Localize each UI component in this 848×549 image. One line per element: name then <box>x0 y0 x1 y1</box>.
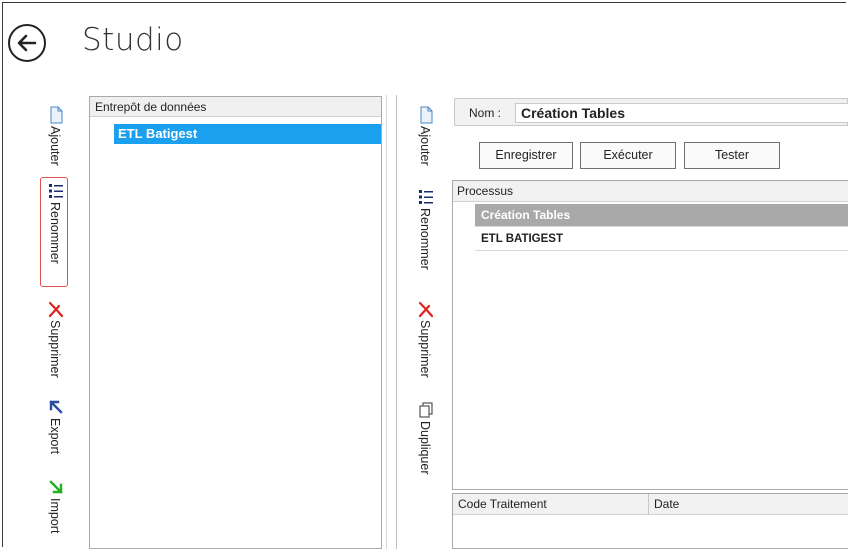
warehouse-panel-header: Entrepôt de données <box>90 97 381 117</box>
name-label: Nom : <box>469 106 502 120</box>
treatment-grid-header: Code Traitement Date <box>453 494 848 515</box>
back-button[interactable] <box>8 24 46 62</box>
process-row[interactable]: Création Tables <box>475 204 848 227</box>
left-export-button[interactable]: Export <box>45 398 67 470</box>
process-row[interactable]: ETL BATIGEST <box>475 228 848 251</box>
duplicate-icon <box>419 402 433 418</box>
red-x-icon <box>418 301 434 318</box>
right-duplicate-label: Dupliquer <box>418 421 432 475</box>
red-x-icon <box>48 301 64 318</box>
document-icon <box>420 106 433 124</box>
warehouse-panel: Entrepôt de données ETL Batigest <box>89 96 382 549</box>
rename-highlight <box>40 177 68 287</box>
import-arrow-icon <box>49 480 63 494</box>
right-delete-label: Supprimer <box>418 320 432 378</box>
left-delete-button[interactable]: Supprimer <box>45 300 67 392</box>
right-add-label: Ajouter <box>418 126 432 166</box>
left-import-button[interactable]: Import <box>45 478 67 548</box>
right-rename-label: Renommer <box>418 208 432 270</box>
left-import-label: Import <box>48 498 62 534</box>
right-rename-button[interactable]: Renommer <box>415 188 437 294</box>
test-button[interactable]: Tester <box>684 142 780 169</box>
name-field[interactable]: Création Tables <box>515 103 848 123</box>
right-delete-button[interactable]: Supprimer <box>415 300 437 400</box>
app-title: Studio <box>82 22 184 58</box>
right-add-button[interactable]: Ajouter <box>415 106 437 182</box>
back-arrow-icon <box>17 34 37 52</box>
panel-border <box>396 95 397 549</box>
column-date[interactable]: Date <box>649 494 848 515</box>
splitter[interactable] <box>386 95 387 549</box>
run-button[interactable]: Exécuter <box>580 142 676 169</box>
left-add-label: Ajouter <box>48 126 62 166</box>
name-bar: Nom : Création Tables <box>454 98 848 126</box>
process-grid-header: Processus <box>453 181 848 202</box>
treatment-grid: Code Traitement Date <box>452 493 848 549</box>
left-add-button[interactable]: Ajouter <box>45 106 67 176</box>
list-icon <box>419 190 433 204</box>
column-code-traitement[interactable]: Code Traitement <box>453 494 649 515</box>
document-icon <box>50 106 63 124</box>
right-duplicate-button[interactable]: Dupliquer <box>415 401 437 493</box>
left-delete-label: Supprimer <box>48 320 62 378</box>
left-export-label: Export <box>48 418 62 455</box>
process-grid: Processus Création Tables ETL BATIGEST <box>452 180 848 490</box>
warehouse-item-etl-batigest[interactable]: ETL Batigest <box>114 124 381 144</box>
save-button[interactable]: Enregistrer <box>479 142 573 169</box>
export-arrow-icon <box>49 400 63 414</box>
